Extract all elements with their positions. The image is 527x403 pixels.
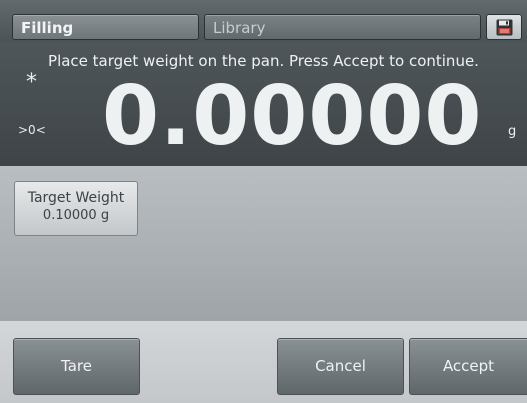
weight-unit: g (508, 124, 517, 139)
zero-indicator: >0< (18, 123, 46, 137)
target-weight-value: 0.10000 g (42, 208, 110, 223)
tab-library[interactable]: Library (204, 14, 481, 40)
work-area: Target Weight 0.10000 g (0, 166, 527, 321)
weight-reading: 0.00000 (102, 69, 483, 164)
action-bar: Tare Cancel Accept (0, 321, 527, 403)
tare-button[interactable]: Tare (13, 338, 140, 395)
target-weight-button[interactable]: Target Weight 0.10000 g (14, 181, 138, 236)
scale-screen: Filling Library Place target weight on t… (0, 0, 527, 403)
target-weight-label: Target Weight (27, 190, 125, 206)
stability-indicator: * (26, 70, 37, 95)
tab-filling[interactable]: Filling (12, 14, 199, 40)
top-bar: Filling Library (0, 0, 527, 42)
accept-button[interactable]: Accept (409, 338, 527, 395)
save-button[interactable] (486, 14, 522, 40)
weight-display: Place target weight on the pan. Press Ac… (0, 42, 527, 166)
cancel-button[interactable]: Cancel (277, 338, 404, 395)
instruction-text: Place target weight on the pan. Press Ac… (48, 52, 479, 70)
